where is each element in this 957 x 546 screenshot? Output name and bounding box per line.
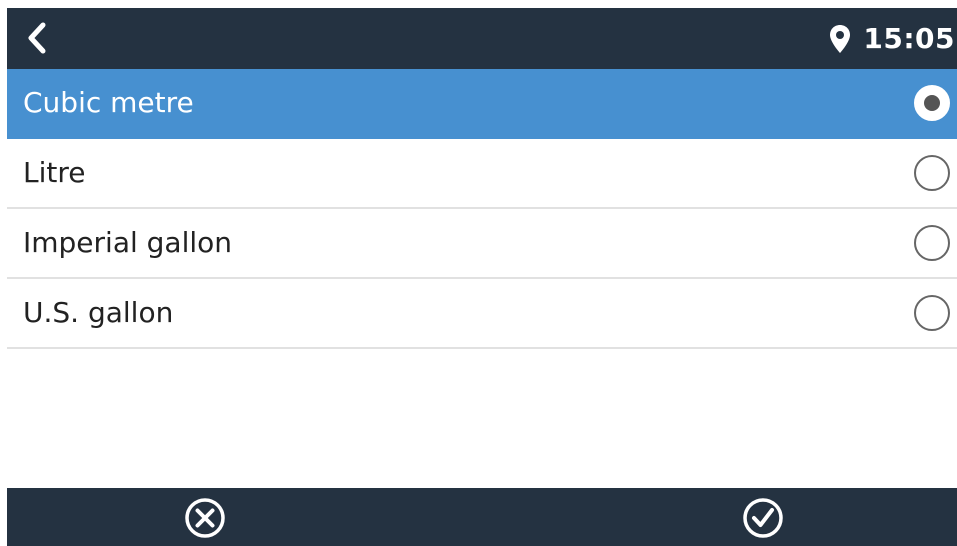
option-row-cubic-metre[interactable]: Cubic metre: [7, 69, 957, 139]
option-row-us-gallon[interactable]: U.S. gallon: [7, 279, 957, 349]
option-label: Litre: [23, 156, 86, 189]
radio-unselected-icon[interactable]: [913, 294, 951, 332]
bottom-bar: [7, 488, 957, 546]
check-circle-icon: [743, 498, 783, 538]
radio-unselected-icon[interactable]: [913, 154, 951, 192]
clock: 15:05: [863, 22, 955, 55]
cancel-circle-icon: [185, 498, 225, 538]
option-label: Imperial gallon: [23, 226, 233, 259]
option-row-imperial-gallon[interactable]: Imperial gallon: [7, 209, 957, 279]
map-pin-icon: [829, 24, 853, 54]
top-bar: 15:05: [7, 8, 957, 69]
option-label: Cubic metre: [23, 86, 194, 119]
screen: 15:05 Cubic metre Litre Imperial gallon …: [7, 8, 957, 546]
option-row-litre[interactable]: Litre: [7, 139, 957, 209]
back-button[interactable]: [19, 20, 55, 56]
confirm-button[interactable]: [739, 494, 787, 542]
radio-selected-icon[interactable]: [913, 84, 951, 122]
chevron-left-icon: [28, 22, 46, 54]
radio-unselected-icon[interactable]: [913, 224, 951, 262]
unit-option-list: Cubic metre Litre Imperial gallon U.S. g…: [7, 69, 957, 349]
status-area: 15:05: [829, 8, 957, 69]
cancel-button[interactable]: [181, 494, 229, 542]
option-label: U.S. gallon: [23, 296, 174, 329]
